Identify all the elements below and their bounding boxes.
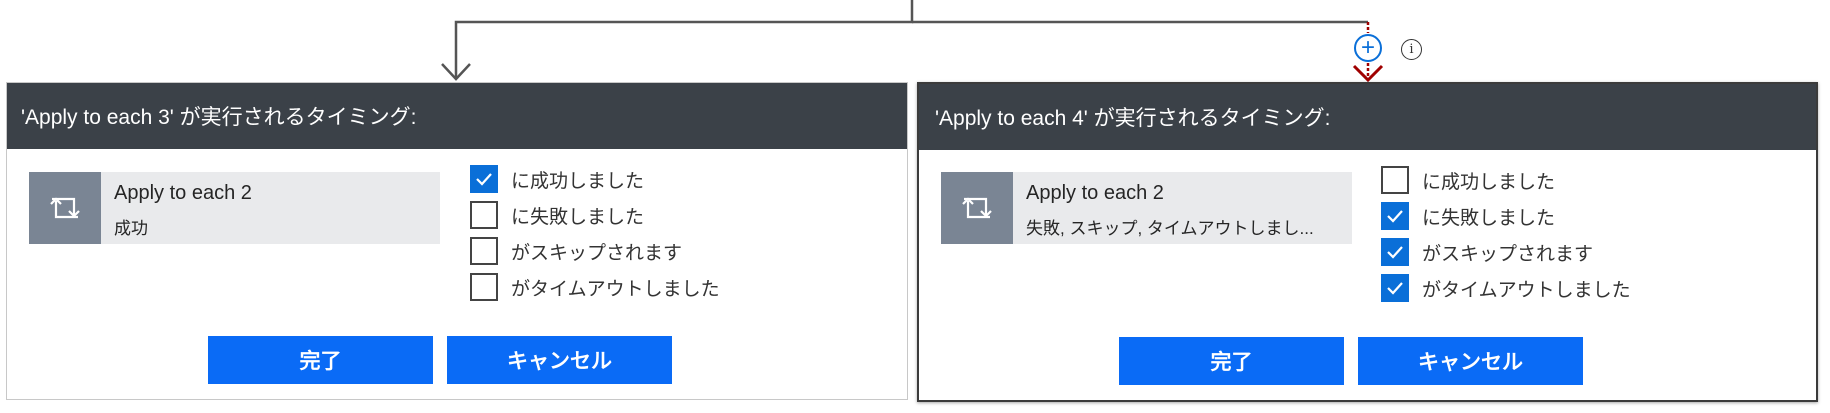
connector-lines [454, 0, 1370, 78]
run-after-card-apply-to-each-3: 'Apply to each 3' が実行されるタイミング: Apply to … [6, 82, 908, 400]
checkmark-icon [1387, 282, 1403, 295]
checkbox[interactable] [470, 165, 498, 193]
card-header: 'Apply to each 3' が実行されるタイミング: [7, 83, 907, 149]
option-skipped[interactable]: がスキップされます [470, 233, 720, 269]
option-label: に失敗しました [1422, 207, 1556, 229]
done-button[interactable]: 完了 [208, 336, 433, 384]
checkmark-icon [1387, 210, 1403, 223]
option-timed-out[interactable]: がタイムアウトしました [470, 269, 720, 305]
checkmark-icon [476, 173, 492, 186]
plus-circle-icon: + [1360, 34, 1375, 61]
option-label: に成功しました [1422, 171, 1556, 193]
option-timed-out[interactable]: がタイムアウトしました [1381, 270, 1631, 306]
action-tile[interactable]: Apply to each 2 成功 [29, 172, 440, 244]
option-label: がタイムアウトしました [1422, 279, 1631, 301]
loop-icon [29, 172, 101, 244]
tile-title: Apply to each 2 [114, 182, 252, 204]
checkmark-icon [1387, 246, 1403, 259]
option-label: に成功しました [511, 170, 645, 192]
action-tile[interactable]: Apply to each 2 失敗, スキップ, タイムアウトしまし... [941, 172, 1352, 244]
option-label: がタイムアウトしました [511, 278, 720, 300]
checkbox[interactable] [470, 237, 498, 265]
checkbox[interactable] [1381, 238, 1409, 266]
tile-subtitle: 失敗, スキップ, タイムアウトしまし... [1026, 219, 1314, 238]
loop-icon [941, 172, 1013, 244]
cancel-button[interactable]: キャンセル [447, 336, 672, 384]
tile-subtitle: 成功 [114, 219, 148, 238]
option-succeeded[interactable]: に成功しました [470, 161, 720, 197]
option-skipped[interactable]: がスキップされます [1381, 234, 1631, 270]
option-label: に失敗しました [511, 206, 645, 228]
option-label: がスキップされます [1422, 243, 1594, 265]
option-label: がスキップされます [511, 242, 683, 264]
flow-connectors [441, 0, 1384, 83]
option-failed[interactable]: に失敗しました [1381, 198, 1631, 234]
option-failed[interactable]: に失敗しました [470, 197, 720, 233]
done-button[interactable]: 完了 [1119, 337, 1344, 385]
info-icon[interactable]: i [1401, 39, 1422, 60]
checkbox[interactable] [1381, 274, 1409, 302]
card-header: 'Apply to each 4' が実行されるタイミング: [919, 84, 1816, 150]
tile-title: Apply to each 2 [1026, 182, 1164, 204]
run-after-card-apply-to-each-4: 'Apply to each 4' が実行されるタイミング: Apply to … [917, 82, 1818, 402]
run-after-options: に成功しました に失敗しました がスキップされます がタイムアウトしました [1381, 162, 1631, 306]
checkbox[interactable] [1381, 166, 1409, 194]
checkbox[interactable] [470, 201, 498, 229]
checkbox[interactable] [470, 273, 498, 301]
checkbox[interactable] [1381, 202, 1409, 230]
run-after-options: に成功しました に失敗しました がスキップされます がタイムアウトしました [470, 161, 720, 305]
info-glyph: i [1409, 42, 1414, 57]
option-succeeded[interactable]: に成功しました [1381, 162, 1631, 198]
add-step-button[interactable]: + [1354, 34, 1382, 62]
cancel-button[interactable]: キャンセル [1358, 337, 1583, 385]
